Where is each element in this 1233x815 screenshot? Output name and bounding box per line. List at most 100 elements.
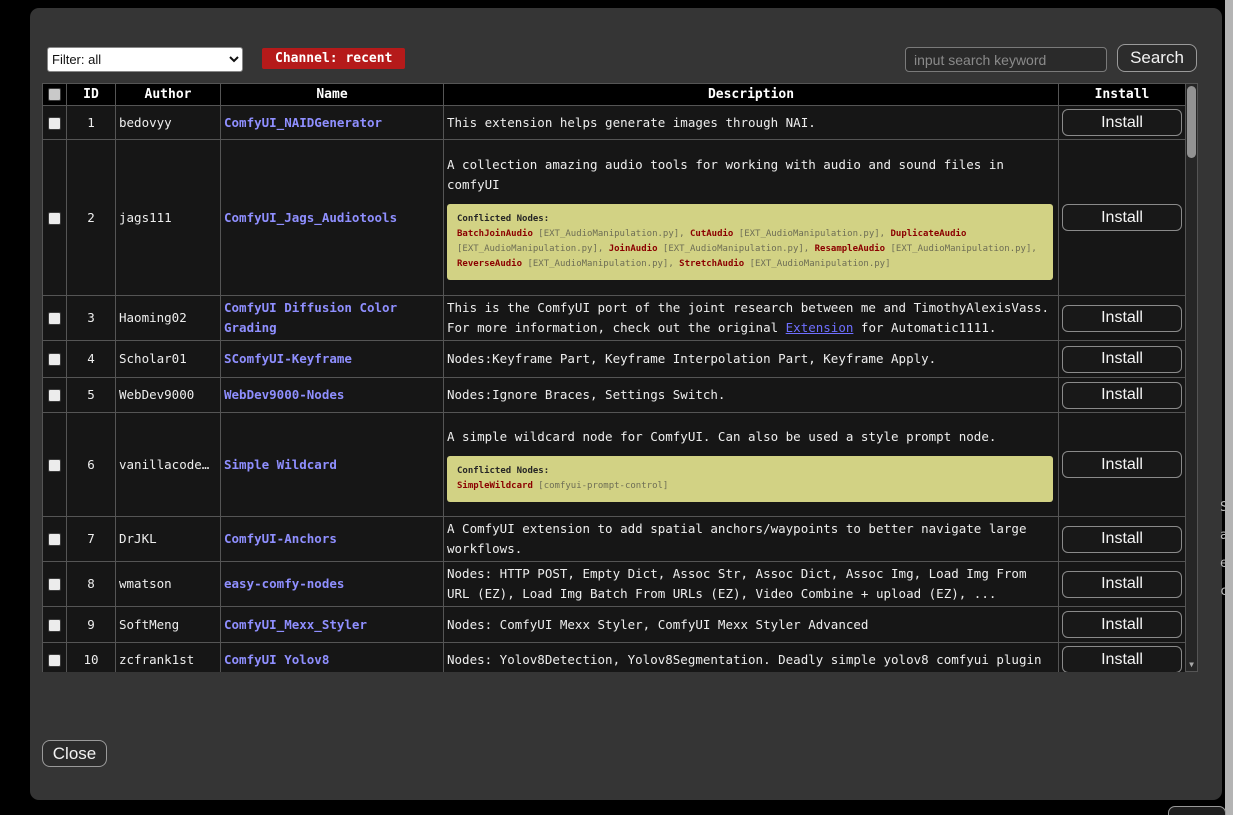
description-text: A simple wildcard node for ComfyUI. Can … xyxy=(447,429,996,444)
select-all-checkbox[interactable] xyxy=(48,88,61,101)
description-text: Nodes:Ignore Braces, Settings Switch. xyxy=(447,387,725,402)
row-description: Nodes: ComfyUI Mexx Styler, ComfyUI Mexx… xyxy=(447,615,1055,635)
search-button[interactable]: Search xyxy=(1117,44,1197,72)
row-name-cell: WebDev9000-Nodes xyxy=(221,378,444,413)
row-id: 10 xyxy=(67,643,116,673)
node-name-link[interactable]: WebDev9000-Nodes xyxy=(224,387,344,402)
node-name-link[interactable]: easy-comfy-nodes xyxy=(224,576,344,591)
conflict-ext-name: [EXT_AudioManipulation.py], xyxy=(457,244,609,254)
table-row: 8wmatsoneasy-comfy-nodesNodes: HTTP POST… xyxy=(43,562,1186,607)
install-button[interactable]: Install xyxy=(1062,109,1182,136)
conflict-ext-name: [EXT_AudioManipulation.py], xyxy=(522,259,679,269)
row-name-cell: ComfyUI Yolov8 xyxy=(221,643,444,673)
row-install-cell: Install xyxy=(1059,607,1186,643)
conflict-ext-name: [EXT_AudioManipulation.py], xyxy=(733,229,890,239)
row-checkbox-cell xyxy=(43,341,67,378)
row-description: A ComfyUI extension to add spatial ancho… xyxy=(447,519,1055,559)
row-checkbox-cell xyxy=(43,562,67,607)
node-name-link[interactable]: ComfyUI_NAIDGenerator xyxy=(224,115,382,130)
description-text: Nodes: HTTP POST, Empty Dict, Assoc Str,… xyxy=(447,566,1026,601)
row-checkbox[interactable] xyxy=(48,353,61,366)
row-description-cell: A collection amazing audio tools for wor… xyxy=(444,140,1059,296)
row-checkbox[interactable] xyxy=(48,578,61,591)
row-description: Nodes: HTTP POST, Empty Dict, Assoc Str,… xyxy=(447,564,1055,604)
row-id: 3 xyxy=(67,296,116,341)
row-checkbox[interactable] xyxy=(48,389,61,402)
row-checkbox[interactable] xyxy=(48,312,61,325)
table-scrollbar-thumb[interactable] xyxy=(1187,86,1196,158)
install-button[interactable]: Install xyxy=(1062,305,1182,332)
install-button[interactable]: Install xyxy=(1062,204,1182,231)
install-button[interactable]: Install xyxy=(1062,571,1182,598)
install-button[interactable]: Install xyxy=(1062,646,1182,672)
conflict-ext-name: [EXT_AudioManipulation.py] xyxy=(744,259,890,269)
extension-link[interactable]: Extension xyxy=(786,320,854,335)
table-row: 10zcfrank1stComfyUI Yolov8Nodes: Yolov8D… xyxy=(43,643,1186,673)
row-author: wmatson xyxy=(116,562,221,607)
table-scrollbar[interactable]: ▼ xyxy=(1185,83,1198,672)
install-button[interactable]: Install xyxy=(1062,382,1182,409)
row-description: A simple wildcard node for ComfyUI. Can … xyxy=(447,427,1055,447)
custom-nodes-table: ID Author Name Description Install 1bedo… xyxy=(42,83,1198,672)
row-name-cell: ComfyUI_Jags_Audiotools xyxy=(221,140,444,296)
conflict-node-name: DuplicateAudio xyxy=(891,229,967,239)
row-checkbox[interactable] xyxy=(48,212,61,225)
row-checkbox-cell xyxy=(43,517,67,562)
table-row: 6vanillacode…Simple Wildcard A simple wil… xyxy=(43,413,1186,517)
row-checkbox-cell xyxy=(43,140,67,296)
search-input[interactable] xyxy=(905,47,1107,72)
row-description: This is the ComfyUI port of the joint re… xyxy=(447,298,1055,338)
header-install: Install xyxy=(1059,84,1186,106)
install-button[interactable]: Install xyxy=(1062,526,1182,553)
row-name-cell: easy-comfy-nodes xyxy=(221,562,444,607)
row-checkbox-cell xyxy=(43,643,67,673)
description-text: This extension helps generate images thr… xyxy=(447,115,816,130)
conflict-ext-name: [EXT_AudioManipulation.py], xyxy=(658,244,815,254)
description-text: A ComfyUI extension to add spatial ancho… xyxy=(447,521,1026,556)
row-install-cell: Install xyxy=(1059,296,1186,341)
row-id: 5 xyxy=(67,378,116,413)
select-all-header-cell xyxy=(43,84,67,106)
node-name-link[interactable]: ComfyUI_Jags_Audiotools xyxy=(224,210,397,225)
node-name-link[interactable]: ComfyUI-Anchors xyxy=(224,531,337,546)
table-row: 2jags111ComfyUI_Jags_AudiotoolsA collect… xyxy=(43,140,1186,296)
row-install-cell: Install xyxy=(1059,562,1186,607)
row-description: Nodes: Yolov8Detection, Yolov8Segmentati… xyxy=(447,650,1055,670)
scroll-down-arrow-icon[interactable]: ▼ xyxy=(1186,660,1197,670)
node-name-link[interactable]: ComfyUI_Mexx_Styler xyxy=(224,617,367,632)
row-description-cell: This is the ComfyUI port of the joint re… xyxy=(444,296,1059,341)
install-button[interactable]: Install xyxy=(1062,346,1182,373)
node-name-link[interactable]: Simple Wildcard xyxy=(224,457,337,472)
node-name-link[interactable]: ComfyUI Diffusion Color Grading xyxy=(224,300,397,335)
description-text: Nodes:Keyframe Part, Keyframe Interpolat… xyxy=(447,351,936,366)
node-name-link[interactable]: SComfyUI-Keyframe xyxy=(224,351,352,366)
filter-select[interactable]: Filter: all xyxy=(47,47,243,72)
row-checkbox[interactable] xyxy=(48,654,61,667)
row-author: Haoming02 xyxy=(116,296,221,341)
row-checkbox[interactable] xyxy=(48,533,61,546)
row-install-cell: Install xyxy=(1059,378,1186,413)
conflict-items: SimpleWildcard [comfyui-prompt-control] xyxy=(457,479,1043,494)
page-scrollbar[interactable] xyxy=(1225,0,1233,815)
close-button[interactable]: Close xyxy=(42,740,107,767)
row-author: Scholar01 xyxy=(116,341,221,378)
toolbar: Filter: all Channel: recent Search xyxy=(47,44,1196,76)
row-description-cell: Nodes: ComfyUI Mexx Styler, ComfyUI Mexx… xyxy=(444,607,1059,643)
install-button[interactable]: Install xyxy=(1062,611,1182,638)
row-checkbox[interactable] xyxy=(48,117,61,130)
row-author: vanillacode… xyxy=(116,413,221,517)
row-checkbox[interactable] xyxy=(48,459,61,472)
install-button[interactable]: Install xyxy=(1062,451,1182,478)
conflict-node-name: CutAudio xyxy=(690,229,733,239)
description-text: A collection amazing audio tools for wor… xyxy=(447,157,1004,192)
row-id: 7 xyxy=(67,517,116,562)
row-checkbox[interactable] xyxy=(48,619,61,632)
row-install-cell: Install xyxy=(1059,140,1186,296)
conflict-node-name: JoinAudio xyxy=(609,244,658,254)
row-description-cell: This extension helps generate images thr… xyxy=(444,106,1059,140)
row-id: 6 xyxy=(67,413,116,517)
row-id: 1 xyxy=(67,106,116,140)
row-description-cell: Nodes: Yolov8Detection, Yolov8Segmentati… xyxy=(444,643,1059,673)
row-checkbox-cell xyxy=(43,296,67,341)
node-name-link[interactable]: ComfyUI Yolov8 xyxy=(224,652,329,667)
